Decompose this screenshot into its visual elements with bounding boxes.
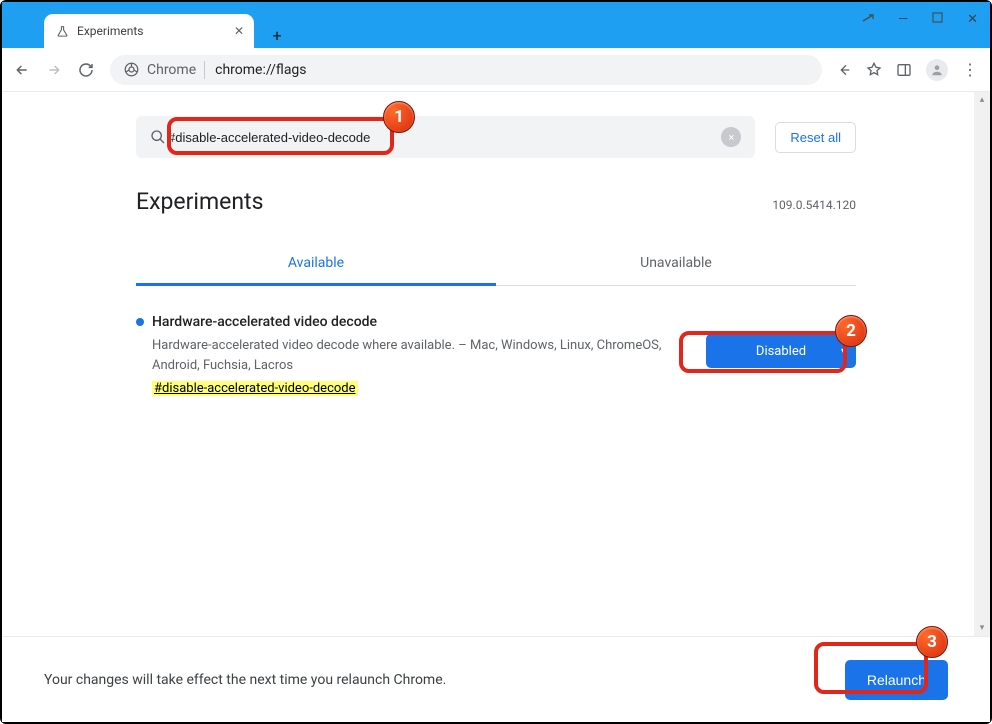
tab-unavailable[interactable]: Unavailable	[496, 243, 856, 286]
window-titlebar: Experiments ✕ + — ✕	[2, 2, 990, 48]
bookmark-star-icon[interactable]	[866, 62, 882, 78]
nav-reload-button[interactable]	[78, 62, 96, 78]
omnibox[interactable]: Chrome chrome://flags	[110, 55, 822, 85]
flag-state-select[interactable]: Disabled ▾	[706, 334, 856, 368]
tab-available[interactable]: Available	[136, 243, 496, 286]
nav-back-button[interactable]	[14, 62, 32, 78]
flag-description: Hardware-accelerated video decode where …	[152, 336, 686, 375]
flag-row: Hardware-accelerated video decode Hardwa…	[136, 286, 856, 396]
flag-title: Hardware-accelerated video decode	[152, 314, 377, 330]
window-minimize-button[interactable]: —	[898, 12, 908, 27]
nav-forward-button[interactable]	[46, 62, 64, 78]
share-icon[interactable]	[836, 62, 852, 78]
omnibox-security-label: Chrome	[147, 62, 196, 78]
clear-search-icon[interactable]: ×	[721, 127, 741, 147]
flags-search-input[interactable]	[166, 129, 721, 146]
browser-tab[interactable]: Experiments ✕	[44, 14, 254, 48]
window-close-button[interactable]: ✕	[967, 12, 978, 27]
scroll-up-arrow-icon[interactable]: ▴	[974, 92, 990, 108]
omnibox-divider	[204, 61, 205, 79]
reset-all-button[interactable]: Reset all	[775, 122, 856, 153]
page-title: Experiments	[136, 188, 263, 215]
flask-icon	[56, 25, 69, 38]
modified-dot-icon	[136, 318, 144, 326]
new-tab-button[interactable]: +	[264, 22, 290, 48]
scroll-down-arrow-icon[interactable]: ▾	[974, 620, 990, 636]
chrome-menu-icon[interactable]: ⋮	[962, 60, 978, 79]
close-tab-icon[interactable]: ✕	[234, 24, 244, 38]
window-maximize-button[interactable]	[932, 12, 943, 27]
search-icon	[150, 129, 166, 145]
browser-toolbar: Chrome chrome://flags ⋮	[2, 48, 990, 92]
profile-avatar[interactable]	[926, 59, 948, 81]
relaunch-button[interactable]: Relaunch	[845, 660, 948, 700]
flag-permalink[interactable]: #disable-accelerated-video-decode	[152, 381, 686, 396]
version-label: 109.0.5414.120	[772, 198, 856, 212]
flags-search-box[interactable]: ×	[136, 116, 755, 158]
footer-message: Your changes will take effect the next t…	[44, 672, 446, 688]
side-panel-icon[interactable]	[896, 62, 912, 78]
chrome-logo-icon	[124, 62, 139, 77]
relaunch-footer: Your changes will take effect the next t…	[2, 636, 990, 722]
tab-title: Experiments	[77, 24, 144, 38]
chevron-down-icon: ▾	[841, 346, 846, 357]
plus-icon: +	[272, 26, 281, 45]
flag-state-value: Disabled	[756, 344, 806, 359]
omnibox-url: chrome://flags	[215, 62, 306, 78]
vertical-scrollbar[interactable]: ▴ ▾	[974, 92, 990, 636]
page-content: × Reset all Experiments 109.0.5414.120 A…	[2, 92, 990, 722]
flags-tabs: Available Unavailable	[136, 243, 856, 286]
window-minimize-button[interactable]	[862, 12, 874, 27]
